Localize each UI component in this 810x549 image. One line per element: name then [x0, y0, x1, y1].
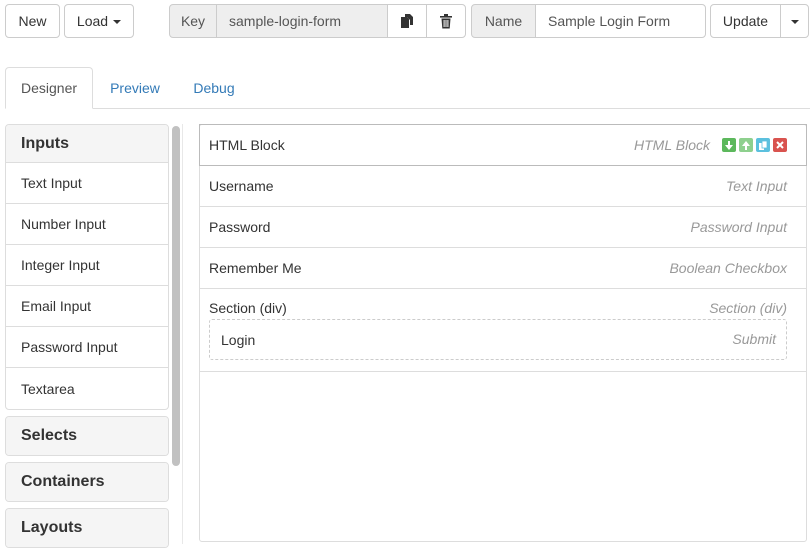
component-textarea[interactable]: Textarea	[6, 368, 168, 409]
panel-layouts: Layouts	[5, 508, 169, 548]
delete-button[interactable]	[426, 4, 466, 38]
new-button-label: New	[18, 13, 47, 29]
name-input-group: Name Sample Login Form	[471, 4, 706, 38]
form-row-label: Remember Me	[209, 260, 302, 276]
tab-designer[interactable]: Designer	[5, 67, 93, 109]
toolbar: New Load Key sample-login-form Name Samp…	[5, 4, 810, 38]
panel-containers: Containers	[5, 462, 169, 502]
form-row-type: HTML Block	[634, 137, 710, 153]
move-down-button[interactable]	[722, 138, 736, 152]
component-email-input[interactable]: Email Input	[6, 286, 168, 327]
tab-bar: Designer Preview Debug	[5, 67, 810, 109]
move-up-button[interactable]	[739, 138, 753, 152]
copy-key-button[interactable]	[387, 4, 427, 38]
component-text-input[interactable]: Text Input	[6, 163, 168, 204]
panel-selects: Selects	[5, 416, 169, 456]
form-section[interactable]: Section (div) Section (div) Login Submit	[200, 289, 806, 372]
form-row-remember-me[interactable]: Remember Me Boolean Checkbox	[200, 248, 806, 289]
tab-preview[interactable]: Preview	[96, 67, 174, 109]
form-row-html-block[interactable]: HTML Block HTML Block	[199, 124, 807, 166]
form-row-label: Password	[209, 219, 271, 235]
load-dropdown-button[interactable]: Load	[64, 4, 134, 38]
panel-heading-containers[interactable]: Containers	[6, 463, 168, 501]
key-input-group: Key sample-login-form	[169, 4, 466, 38]
caret-down-icon	[113, 19, 122, 24]
form-row-username[interactable]: Username Text Input	[200, 166, 806, 207]
form-row-type: Boolean Checkbox	[669, 260, 787, 276]
panel-heading-selects[interactable]: Selects	[6, 417, 168, 455]
duplicate-icon	[758, 140, 767, 150]
form-row-type: Text Input	[726, 178, 787, 194]
form-row-password[interactable]: Password Password Input	[200, 207, 806, 248]
update-button[interactable]: Update	[710, 4, 781, 38]
panel-heading-inputs[interactable]: Inputs	[6, 125, 168, 163]
panel-inputs: Inputs Text Input Number Input Integer I…	[5, 124, 169, 410]
form-row-label: Login	[221, 331, 256, 348]
arrow-up-icon	[742, 140, 750, 150]
form-row-label: Username	[209, 178, 274, 194]
form-canvas: HTML Block HTML Block Username Text Inpu…	[199, 124, 807, 542]
duplicate-button[interactable]	[756, 138, 770, 152]
copy-icon	[401, 13, 413, 28]
section-type: Section (div)	[709, 300, 787, 316]
remove-button[interactable]	[773, 138, 787, 152]
load-button-label: Load	[76, 13, 109, 29]
component-password-input[interactable]: Password Input	[6, 327, 168, 368]
update-button-group: Update	[710, 4, 809, 38]
component-number-input[interactable]: Number Input	[6, 204, 168, 245]
caret-down-icon	[790, 19, 799, 24]
tab-debug[interactable]: Debug	[177, 67, 251, 109]
key-field[interactable]: sample-login-form	[216, 4, 388, 38]
name-field[interactable]: Sample Login Form	[535, 4, 706, 38]
section-label: Section (div)	[209, 300, 287, 316]
component-integer-input[interactable]: Integer Input	[6, 245, 168, 286]
close-icon	[776, 141, 784, 149]
arrow-down-icon	[725, 140, 733, 150]
row-actions	[722, 138, 787, 152]
scrollbar-track	[182, 124, 183, 544]
trash-icon	[440, 13, 452, 28]
update-dropdown-toggle[interactable]	[780, 4, 809, 38]
form-row-type: Password Input	[690, 219, 788, 235]
sidebar-scrollbar[interactable]	[172, 126, 180, 466]
key-label: Key	[169, 4, 217, 38]
new-button[interactable]: New	[5, 4, 60, 38]
form-row-type: Submit	[732, 331, 776, 347]
form-row-label: HTML Block	[209, 137, 285, 153]
component-sidebar: Inputs Text Input Number Input Integer I…	[5, 124, 169, 549]
name-label: Name	[471, 4, 536, 38]
panel-heading-layouts[interactable]: Layouts	[6, 509, 168, 547]
form-row-login[interactable]: Login Submit	[209, 319, 787, 360]
